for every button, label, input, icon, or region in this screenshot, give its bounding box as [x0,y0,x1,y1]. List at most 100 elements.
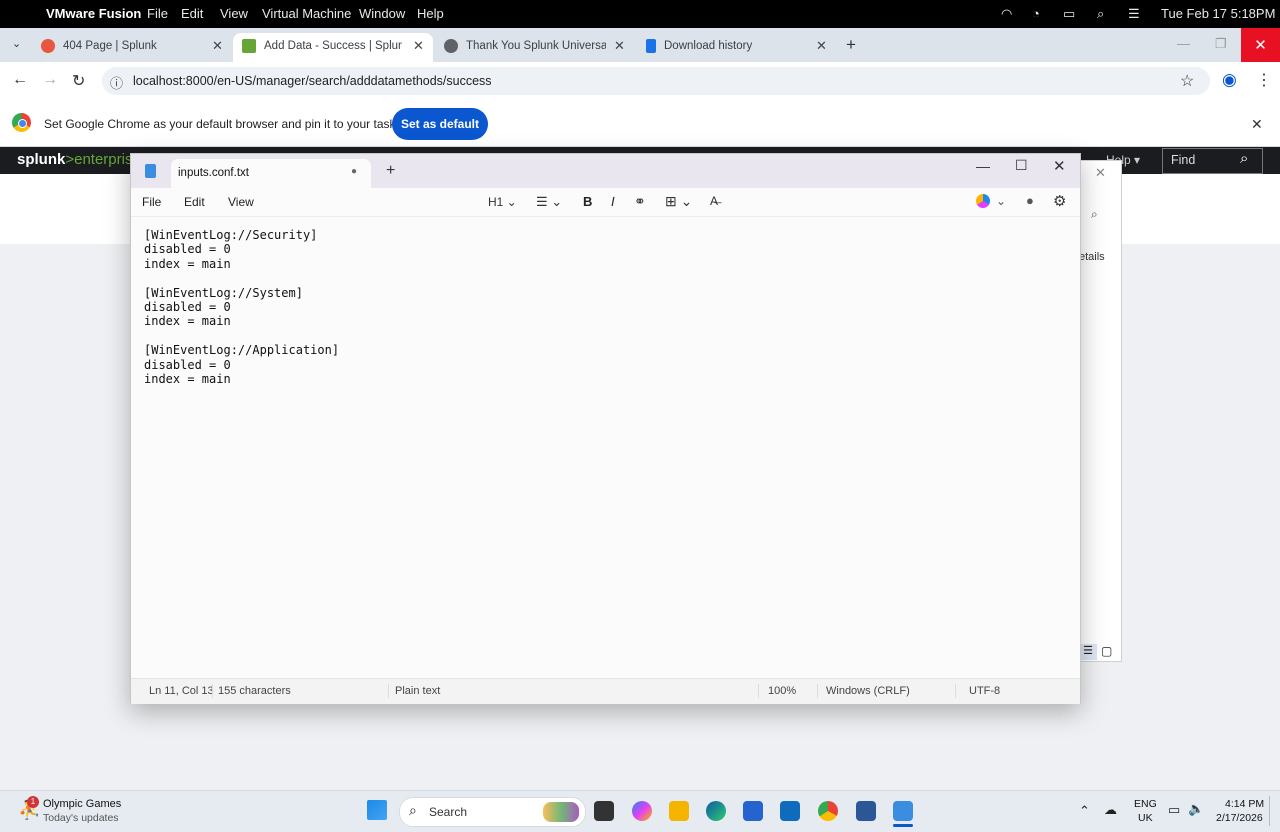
copilot-taskbar-icon[interactable] [632,801,652,821]
tab-thank-you[interactable]: Thank You Splunk Universal For [444,36,606,56]
file-explorer-icon[interactable] [669,801,689,821]
unsaved-dot-icon[interactable]: ● [351,166,357,177]
control-center-icon[interactable]: ☰ [1128,6,1140,22]
restore-browser-button[interactable]: ❐ [1215,36,1227,52]
menu-edit[interactable]: Edit [181,6,203,21]
new-tab-button[interactable]: + [386,162,395,180]
copilot-icon[interactable] [976,194,990,208]
notepad-taskbar-icon[interactable] [893,801,913,821]
panel-view-icon[interactable]: ▢ [1101,644,1112,658]
tab-download-history[interactable]: Download history [646,36,806,56]
splunk-logo[interactable]: splunk>enterprise [17,151,141,168]
address-bar[interactable]: ⓘ localhost:8000/en-US/manager/search/ad… [102,67,1210,95]
language-top[interactable]: ENG [1134,798,1157,810]
menu-clock[interactable]: Tue Feb 17 5:18PM [1161,6,1275,21]
settings-gear-icon[interactable]: ⚙ [1053,192,1066,210]
forward-button[interactable]: → [42,71,58,89]
taskbar-date[interactable]: 2/17/2026 [1216,812,1263,824]
outlook-icon[interactable] [780,801,800,821]
onedrive-icon[interactable]: ☁ [1104,802,1117,818]
close-tab-icon[interactable]: ✕ [614,38,625,54]
tray-overflow-icon[interactable]: ⌃ [1079,803,1090,819]
close-tab-icon[interactable]: ✕ [816,38,827,54]
list-view-icon[interactable]: ☰ [1079,644,1097,660]
edge-icon[interactable] [706,801,726,821]
wifi-icon[interactable]: ◔ [1032,6,1040,21]
bold-icon[interactable]: B [583,194,592,209]
back-button[interactable]: ← [12,71,28,89]
encoding[interactable]: UTF-8 [969,685,1000,697]
tab-404-page[interactable]: 404 Page | Splunk [41,36,206,56]
table-dropdown-icon[interactable]: ⊞ ⌄ [665,193,692,210]
splunk-favicon-icon [242,39,256,53]
minimize-browser-button[interactable]: — [1177,36,1190,51]
news-title[interactable]: Olympic Games [43,798,121,810]
close-tab-icon[interactable]: ✕ [212,38,223,54]
reload-button[interactable]: ↻ [72,71,85,91]
menu-edit[interactable]: Edit [184,195,205,209]
show-desktop-button[interactable] [1269,796,1270,826]
italic-icon[interactable]: I [611,194,615,209]
text-format[interactable]: Plain text [395,685,440,697]
vpn-icon[interactable]: ◠ [1001,6,1012,22]
chrome-taskbar-icon[interactable] [818,801,838,821]
copilot-dropdown-icon[interactable]: ⌄ [996,194,1006,208]
language-bottom[interactable]: UK [1138,812,1153,824]
url-text[interactable]: localhost:8000/en-US/manager/search/addd… [133,74,492,88]
notepad-app-icon [145,164,156,178]
menu-help[interactable]: Help [417,6,444,21]
notepad-tab[interactable]: inputs.conf.txt ● [171,159,371,188]
site-info-icon[interactable]: ⓘ [110,73,123,92]
close-icon[interactable]: ✕ [1095,165,1106,181]
taskbar-search-box[interactable]: ⌕ Search [399,797,586,827]
network-icon[interactable]: ▭ [1168,802,1180,818]
close-infobar-icon[interactable]: ✕ [1251,116,1263,133]
details-label[interactable]: etails [1079,251,1105,263]
account-icon[interactable]: ● [1026,193,1034,208]
search-icon[interactable]: ⌕ [1240,150,1248,167]
search-icon[interactable]: ⌕ [1091,207,1098,222]
windows-start-icon[interactable] [367,800,387,820]
close-tab-icon[interactable]: ✕ [413,38,424,54]
profile-icon[interactable]: ◉ [1222,70,1237,90]
taskbar-time[interactable]: 4:14 PM [1225,798,1264,810]
menu-virtual-machine[interactable]: Virtual Machine [262,6,351,21]
menu-view[interactable]: View [220,6,248,21]
bookmark-star-icon[interactable]: ☆ [1180,71,1194,91]
zoom-level[interactable]: 100% [768,685,796,697]
news-badge: 1 [27,796,39,808]
line-endings[interactable]: Windows (CRLF) [826,685,910,697]
store-icon[interactable] [743,801,763,821]
close-browser-button[interactable]: ✕ [1241,28,1280,62]
minimize-button[interactable]: — [976,158,990,174]
menu-file[interactable]: File [142,195,161,209]
task-view-icon[interactable] [594,801,614,821]
tab-search-icon[interactable]: ⌄ [12,37,21,50]
chrome-menu-icon[interactable]: ⋮ [1256,70,1272,90]
menu-file[interactable]: File [147,6,168,21]
app-name[interactable]: VMware Fusion [46,6,141,21]
maximize-button[interactable]: ☐ [1015,157,1028,174]
download-icon [646,39,656,53]
heading-dropdown-label: H1 [488,195,504,209]
list-dropdown-icon[interactable]: ☰ ⌄ [536,194,562,210]
menu-window[interactable]: Window [359,6,405,21]
set-as-default-button[interactable]: Set as default [392,108,488,140]
tab-add-data-success[interactable]: Add Data - Success | Splunk 10 [242,36,402,56]
clear-formatting-icon[interactable]: A̶ [710,194,718,208]
battery-icon[interactable]: ▭ [1063,6,1075,22]
notepad-text-area[interactable]: [WinEventLog://Security] disabled = 0 in… [144,228,339,386]
new-tab-button[interactable]: + [846,35,856,55]
link-icon[interactable]: ⚭ [634,193,646,210]
news-subtitle[interactable]: Today's updates [43,812,119,824]
notepad-status-bar: Ln 11, Col 13 155 characters Plain text … [131,678,1080,704]
splunk-side-panel: ✕ ⌕ etails ☰ ▢ [1078,160,1122,662]
powershell-icon[interactable] [856,801,876,821]
close-button[interactable]: ✕ [1053,157,1066,175]
menu-view[interactable]: View [228,195,254,209]
search-highlight-icon [543,802,579,822]
splunk-find-input[interactable]: Find ⌕ [1162,148,1263,174]
spotlight-icon[interactable]: ⌕ [1097,6,1104,22]
volume-icon[interactable]: 🔈 [1188,801,1204,817]
heading-dropdown[interactable]: H1 ⌄ [488,195,517,209]
